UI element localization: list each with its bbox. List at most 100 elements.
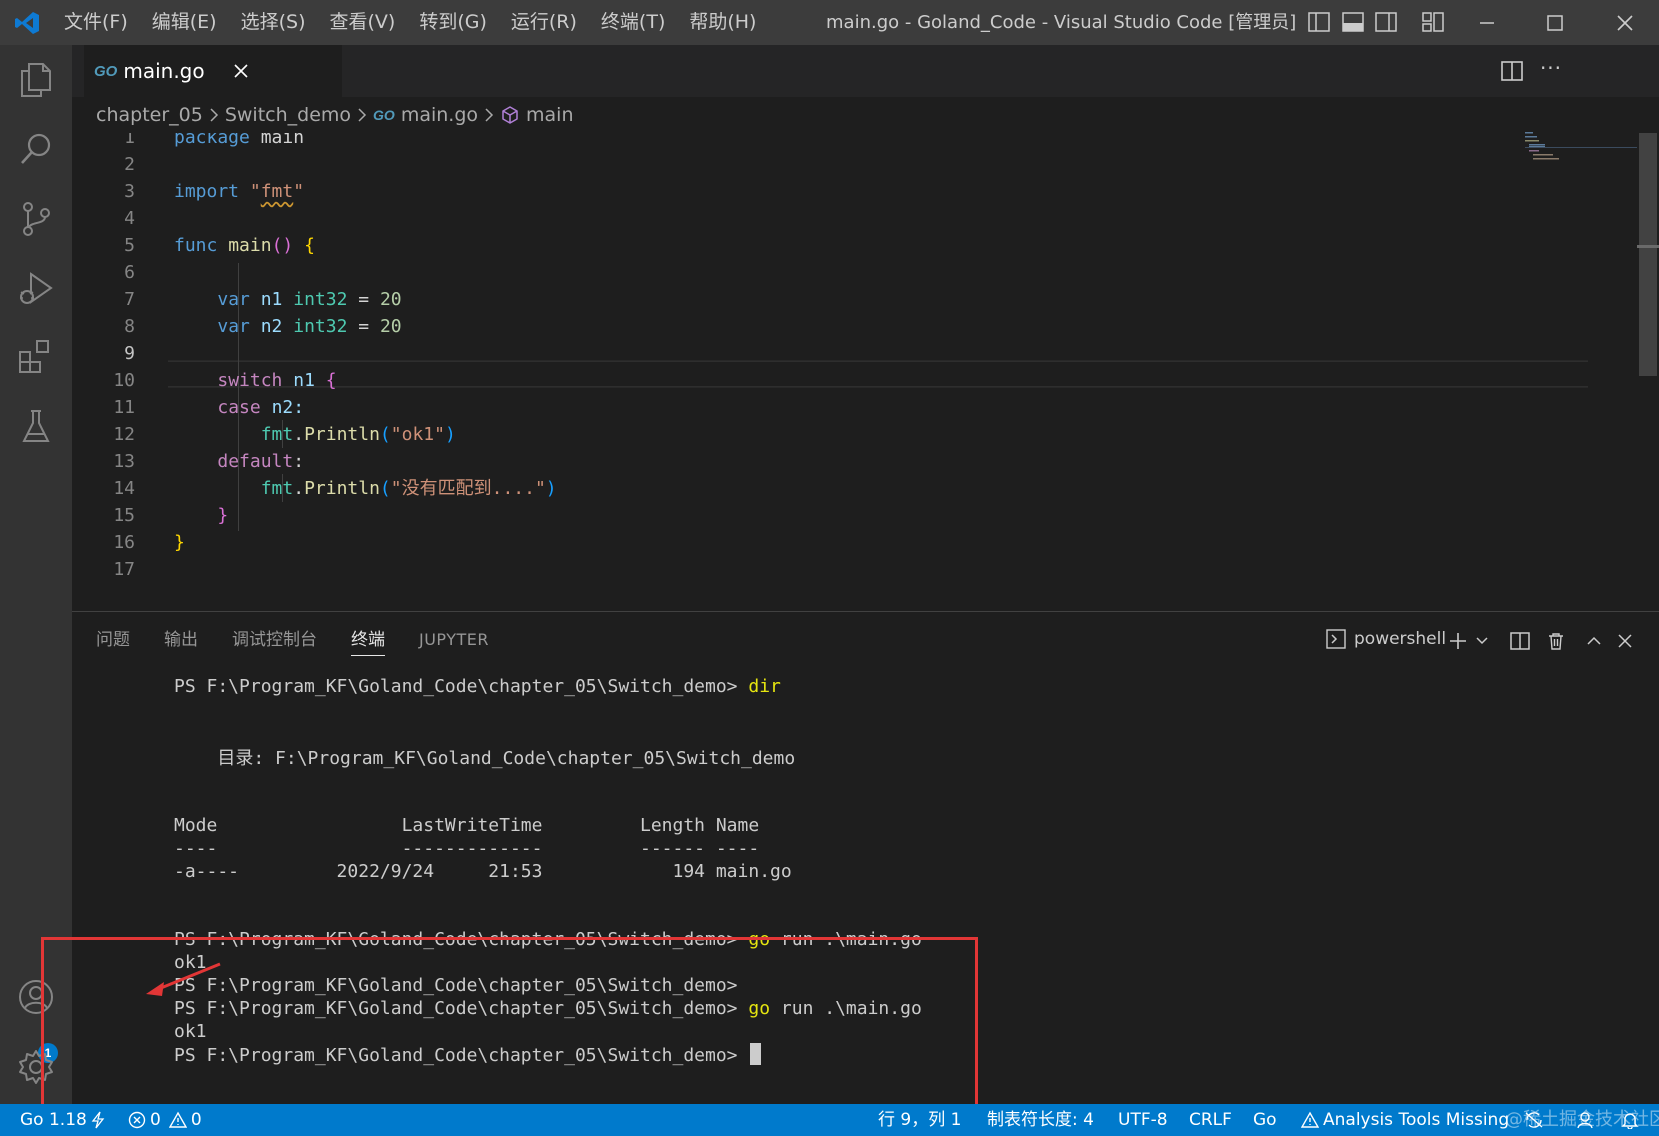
num-literal: 20 [379,289,402,310]
menu-view[interactable]: 查看(V) [318,0,408,45]
watermark: @稀土掘金技术社区 [1505,1109,1659,1130]
kw-switch: switch [217,370,283,391]
minimap[interactable] [1525,130,1635,170]
chevron-right-icon [209,108,219,122]
chevron-down-icon [1476,637,1488,645]
testing-icon[interactable] [14,405,58,449]
code-line: 8 var n2 int32 = 20 [72,313,1522,341]
extensions-icon[interactable] [14,335,58,379]
kill-terminal-button[interactable] [1544,629,1568,653]
toggle-primary-sidebar-icon[interactable] [1308,12,1330,32]
code-line: 3 import "fmt" [72,178,1522,206]
source-control-icon[interactable] [14,197,58,241]
minimize-button[interactable] [1472,8,1502,38]
tab-debug-console[interactable]: 调试控制台 [232,612,317,668]
editor-scrollbar-thumb[interactable] [1639,133,1657,376]
line-number: 17 [113,559,135,580]
pkg-fmt: fmt [260,424,294,445]
panel-tabs: 问题 输出 调试控制台 终端 JUPYTER [96,612,523,668]
error-icon [128,1111,146,1129]
paren: ) [545,478,557,499]
ident-n2: n2 [260,316,283,337]
menu-run[interactable]: 运行(R) [499,0,589,45]
go-version-label: Go 1.18 [20,1110,87,1130]
maximize-button[interactable] [1540,8,1570,38]
new-terminal-button[interactable] [1446,629,1470,653]
tab-jupyter[interactable]: JUPYTER [419,612,489,668]
split-editor-icon[interactable] [1500,59,1524,83]
terminal-line: ---- ------------- ------ ---- [174,838,760,859]
breadcrumb-folder-switch-demo[interactable]: Switch_demo [225,104,351,126]
terminal-line: -a---- 2022/9/24 21:53 194 main.go [174,861,792,882]
status-eol[interactable]: CRLF [1189,1104,1232,1136]
tab-terminal[interactable]: 终端 [351,612,385,668]
minimap-viewport-line [1525,147,1637,148]
status-language[interactable]: Go [1253,1104,1277,1136]
maximize-panel-button[interactable] [1582,629,1606,653]
string-fmt: fmt [260,181,294,202]
terminal-selector[interactable]: powershell [1326,629,1446,649]
status-problems[interactable]: 0 0 [128,1104,202,1136]
warning-icon [168,1111,187,1128]
code-line: 11 case n2: [72,394,1522,422]
paren: () [271,235,294,256]
kw-default: default [217,451,294,472]
status-analysis-tools[interactable]: Analysis Tools Missing [1301,1104,1509,1136]
menu-edit[interactable]: 编辑(E) [140,0,229,45]
editor-tab-bar: GO main.go ··· [72,45,1659,97]
breadcrumb-folder-chapter[interactable]: chapter_05 [96,104,203,126]
kw-case: case [217,397,261,418]
status-go-version[interactable]: Go 1.18 [20,1104,109,1136]
more-actions-icon[interactable]: ··· [1538,58,1564,83]
menu-go[interactable]: 转到(G) [407,0,499,45]
line-number: 11 [113,397,135,418]
type-int32: int32 [293,289,348,310]
terminal-command: dir [748,676,781,697]
customize-layout-icon[interactable] [1422,12,1444,32]
status-encoding[interactable]: UTF-8 [1118,1104,1168,1136]
close-panel-button[interactable] [1613,629,1637,653]
close-icon [1618,634,1632,648]
line-number: 1 [124,133,135,148]
line-number-active: 9 [124,343,135,364]
code-line: 15 } [72,502,1522,530]
toggle-panel-icon[interactable] [1342,12,1364,32]
kw-func: func [174,235,218,256]
explorer-icon[interactable] [14,58,58,102]
tab-problems[interactable]: 问题 [96,612,130,668]
breadcrumb-file[interactable]: main.go [401,104,478,126]
line-number: 8 [124,316,135,337]
trash-icon [1549,633,1563,650]
code-line: 14 fmt.Println("没有匹配到....") [72,475,1522,503]
split-terminal-button[interactable] [1508,629,1532,653]
ident-main-pkg: main [260,133,305,148]
tab-output[interactable]: 输出 [164,612,198,668]
code-line: 17 [72,556,1522,584]
code-line: 7 var n1 int32 = 20 [72,286,1522,314]
terminal-icon [1326,629,1346,649]
kw-var: var [217,316,250,337]
tab-main-go[interactable]: GO main.go [84,45,342,97]
code-editor[interactable]: 1 package main 2 3 import "fmt" 4 5 func… [72,133,1659,611]
breadcrumb: chapter_05 Switch_demo GO main.go main [96,97,574,133]
warning-count: 0 [190,1110,202,1130]
menu-selection[interactable]: 选择(S) [229,0,318,45]
terminal-dropdown-button[interactable] [1470,629,1494,653]
search-icon[interactable] [14,127,58,171]
menu-terminal[interactable]: 终端(T) [589,0,677,45]
chevron-right-icon [357,108,367,122]
string-literal: "ok1" [390,424,445,445]
error-count: 0 [150,1110,161,1130]
breadcrumb-symbol[interactable]: main [526,104,573,126]
status-cursor-position[interactable]: 行 9，列 1 [878,1104,961,1136]
line-number: 13 [113,451,135,472]
toggle-secondary-sidebar-icon[interactable] [1375,12,1397,32]
menu-help[interactable]: 帮助(H) [677,0,768,45]
status-tab-size[interactable]: 制表符长度: 4 [987,1104,1094,1136]
close-window-button[interactable] [1610,8,1640,38]
tab-label: main.go [123,59,205,83]
tab-close-button[interactable] [229,59,253,83]
warning-icon [1301,1111,1319,1128]
menu-file[interactable]: 文件(F) [52,0,140,45]
run-debug-icon[interactable] [14,267,58,311]
